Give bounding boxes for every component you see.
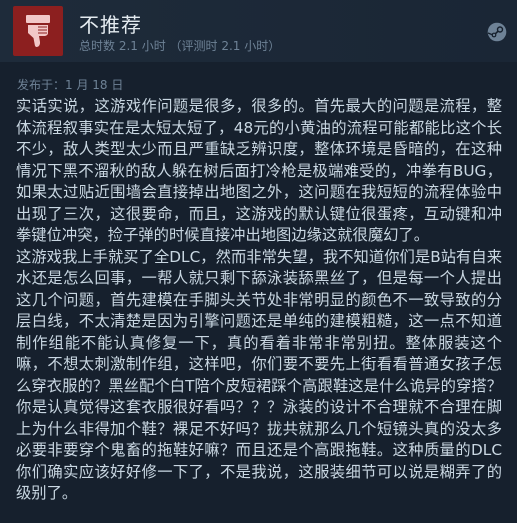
steam-icon[interactable] xyxy=(487,22,507,42)
verdict-badge xyxy=(13,6,63,56)
playtime-text: 总时数 2.1 小时 （评测时 2.1 小时） xyxy=(79,39,281,53)
review-paragraph: 这游戏我上手就买了全DLC，然而非常失望，我不知道你们是B站有自来水还是怎么回事… xyxy=(16,247,502,503)
review-card: 不推荐 总时数 2.1 小时 （评测时 2.1 小时） 发布于：1 月 18 日… xyxy=(0,0,517,523)
verdict-title: 不推荐 xyxy=(79,13,142,37)
posted-date: 发布于：1 月 18 日 xyxy=(17,78,124,92)
thumbs-down-icon xyxy=(26,15,50,47)
review-header: 不推荐 总时数 2.1 小时 （评测时 2.1 小时） xyxy=(0,0,517,62)
review-paragraph: 实话实说，这游戏作问题是很多，很多的。首先最大的问题是流程，整体流程叙事实在是太… xyxy=(16,97,502,244)
steam-logo-icon xyxy=(487,22,507,42)
review-body: 实话实说，这游戏作问题是很多，很多的。首先最大的问题是流程，整体流程叙事实在是太… xyxy=(16,96,502,505)
